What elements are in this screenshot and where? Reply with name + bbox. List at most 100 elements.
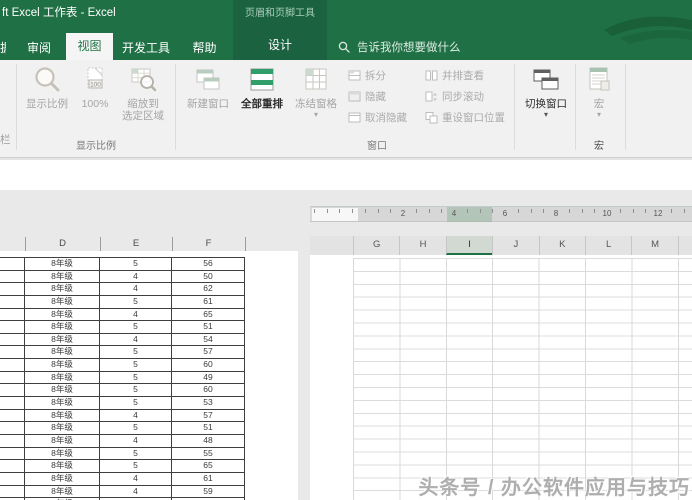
table-cell[interactable]: 54 bbox=[172, 333, 245, 346]
column-header-F[interactable]: F bbox=[172, 237, 245, 251]
table-cell[interactable]: 4 bbox=[100, 308, 172, 321]
table-cell[interactable] bbox=[0, 321, 25, 333]
table-cell[interactable]: 8年级 bbox=[25, 283, 100, 295]
table-cell[interactable]: 57 bbox=[172, 409, 245, 422]
split-button[interactable]: 拆分 bbox=[348, 69, 407, 82]
table-cell[interactable]: 8年级 bbox=[25, 333, 100, 346]
table-cell[interactable]: 65 bbox=[172, 460, 245, 472]
table-cell[interactable]: 8年级 bbox=[25, 321, 100, 333]
table-cell[interactable]: 4 bbox=[100, 270, 172, 283]
table-cell[interactable] bbox=[0, 371, 25, 384]
table-cell[interactable]: 8年级 bbox=[25, 409, 100, 422]
table-cell[interactable]: 8年级 bbox=[25, 308, 100, 321]
table-cell[interactable] bbox=[0, 308, 25, 321]
table-cell[interactable] bbox=[0, 295, 25, 308]
table-cell[interactable]: 8年级 bbox=[25, 485, 100, 498]
table-cell[interactable]: 61 bbox=[172, 472, 245, 485]
table-cell[interactable]: 59 bbox=[172, 485, 245, 498]
left-page[interactable]: 8年级 5 56 8年级 4 50 8年级 4 62 8年级 5 61 8年级 4 65 8年级 5 51 8年级 4… bbox=[0, 251, 298, 500]
table-cell[interactable]: 4 bbox=[100, 283, 172, 295]
column-header-partial[interactable] bbox=[677, 236, 692, 255]
table-cell[interactable]: 8年级 bbox=[25, 422, 100, 434]
column-header-L[interactable]: L bbox=[585, 236, 631, 255]
table-cell[interactable]: 56 bbox=[172, 258, 245, 270]
unhide-button[interactable]: 取消隐藏 bbox=[348, 111, 407, 124]
table-cell[interactable]: 8年级 bbox=[25, 472, 100, 485]
table-cell[interactable]: 5 bbox=[100, 346, 172, 359]
table-cell[interactable] bbox=[0, 447, 25, 460]
table-cell[interactable]: 60 bbox=[172, 384, 245, 397]
tab-help[interactable]: 帮助 bbox=[191, 36, 218, 60]
table-cell[interactable] bbox=[0, 460, 25, 472]
table-cell[interactable]: 8年级 bbox=[25, 434, 100, 447]
table-cell[interactable]: 4 bbox=[100, 333, 172, 346]
table-cell[interactable]: 4 bbox=[100, 472, 172, 485]
table-cell[interactable] bbox=[0, 384, 25, 397]
table-cell[interactable]: 5 bbox=[100, 295, 172, 308]
table-cell[interactable]: 61 bbox=[172, 295, 245, 308]
tab-review[interactable]: 审阅 bbox=[25, 36, 53, 60]
column-header-G[interactable]: G bbox=[353, 236, 399, 255]
table-cell[interactable]: 55 bbox=[172, 447, 245, 460]
table-cell[interactable] bbox=[0, 397, 25, 409]
table-cell[interactable]: 5 bbox=[100, 397, 172, 409]
column-header-E[interactable]: E bbox=[100, 237, 172, 251]
table-cell[interactable] bbox=[0, 359, 25, 371]
table-cell[interactable]: 5 bbox=[100, 321, 172, 333]
column-header-I[interactable]: I bbox=[445, 236, 493, 255]
table-cell[interactable]: 8年级 bbox=[25, 371, 100, 384]
table-cell[interactable] bbox=[0, 409, 25, 422]
table-cell[interactable]: 5 bbox=[100, 460, 172, 472]
tab-design[interactable]: 设计 bbox=[233, 36, 327, 53]
table-cell[interactable]: 8年级 bbox=[25, 384, 100, 397]
formula-bar-area[interactable] bbox=[0, 158, 692, 192]
table-cell[interactable]: 60 bbox=[172, 359, 245, 371]
table-cell[interactable]: 65 bbox=[172, 308, 245, 321]
column-header-J[interactable]: J bbox=[492, 236, 538, 255]
hide-button[interactable]: 隐藏 bbox=[348, 90, 407, 103]
tab-view[interactable]: 视图 bbox=[66, 33, 113, 60]
right-page[interactable] bbox=[310, 255, 692, 500]
column-header-H[interactable]: H bbox=[399, 236, 445, 255]
table-cell[interactable]: 51 bbox=[172, 321, 245, 333]
table-cell[interactable]: 8年级 bbox=[25, 447, 100, 460]
table-cell[interactable]: 8年级 bbox=[25, 359, 100, 371]
table-cell[interactable]: 50 bbox=[172, 270, 245, 283]
table-cell[interactable] bbox=[0, 283, 25, 295]
table-cell[interactable]: 8年级 bbox=[25, 346, 100, 359]
table-cell[interactable]: 57 bbox=[172, 346, 245, 359]
table-cell[interactable]: 49 bbox=[172, 371, 245, 384]
table-cell[interactable]: 48 bbox=[172, 434, 245, 447]
table-cell[interactable]: 8年级 bbox=[25, 397, 100, 409]
tell-me-search[interactable]: 告诉我你想要做什么 bbox=[338, 36, 461, 60]
table-cell[interactable]: 4 bbox=[100, 434, 172, 447]
table-cell[interactable] bbox=[0, 485, 25, 498]
table-cell[interactable]: 4 bbox=[100, 409, 172, 422]
table-cell[interactable]: 8年级 bbox=[25, 270, 100, 283]
table-cell[interactable]: 5 bbox=[100, 359, 172, 371]
column-header-K[interactable]: K bbox=[538, 236, 585, 255]
column-header-M[interactable]: M bbox=[631, 236, 677, 255]
table-cell[interactable]: 5 bbox=[100, 422, 172, 434]
table-cell[interactable] bbox=[0, 270, 25, 283]
reset-window-position-button[interactable]: 重设窗口位置 bbox=[425, 111, 505, 124]
table-cell[interactable]: 8年级 bbox=[25, 295, 100, 308]
table-cell[interactable]: 53 bbox=[172, 397, 245, 409]
view-side-by-side-button[interactable]: 并排查看 bbox=[425, 69, 505, 82]
tab-developer[interactable]: 开发工具 bbox=[122, 36, 170, 60]
table-cell[interactable]: 8年级 bbox=[25, 460, 100, 472]
table-cell[interactable]: 62 bbox=[172, 283, 245, 295]
table-cell[interactable]: 5 bbox=[100, 447, 172, 460]
table-cell[interactable]: 8年级 bbox=[25, 258, 100, 270]
table-cell[interactable] bbox=[0, 346, 25, 359]
table-cell[interactable] bbox=[0, 422, 25, 434]
table-cell[interactable] bbox=[0, 333, 25, 346]
sync-scroll-button[interactable]: 同步滚动 bbox=[425, 90, 505, 103]
table-cell[interactable]: 5 bbox=[100, 258, 172, 270]
tab-fragment[interactable]: 据 bbox=[0, 36, 6, 60]
table-cell[interactable]: 5 bbox=[100, 371, 172, 384]
table-cell[interactable] bbox=[0, 258, 25, 270]
table-cell[interactable]: 4 bbox=[100, 485, 172, 498]
column-header-D[interactable]: D bbox=[25, 237, 100, 251]
table-cell[interactable] bbox=[0, 434, 25, 447]
